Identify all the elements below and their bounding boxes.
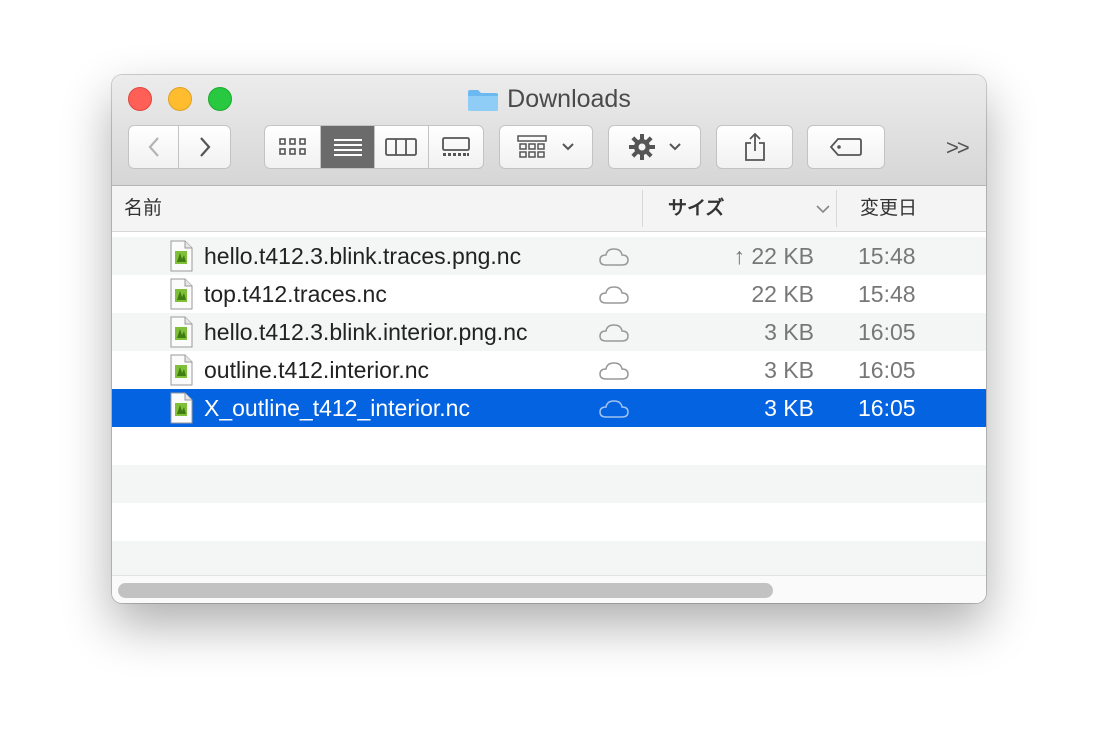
cloud-icon (598, 284, 630, 311)
action-button[interactable] (608, 125, 701, 169)
back-button[interactable] (129, 126, 180, 168)
toolbar-overflow-button[interactable]: >> (946, 133, 978, 163)
share-icon (744, 132, 765, 161)
file-date: 15:48 (858, 243, 916, 269)
group-by-icon (517, 135, 547, 158)
column-divider[interactable] (836, 190, 837, 227)
group-by-button[interactable] (499, 125, 593, 169)
file-size: 22 KB (751, 281, 814, 307)
share-button[interactable] (716, 125, 793, 169)
nc-file-icon (168, 392, 194, 430)
file-name: outline.t412.interior.nc (204, 357, 430, 383)
file-date: 15:48 (858, 281, 916, 307)
column-divider[interactable] (642, 190, 643, 227)
window-title-text: Downloads (507, 85, 631, 113)
forward-button[interactable] (179, 126, 230, 168)
file-date: 16:05 (858, 357, 916, 383)
tag-button[interactable] (807, 125, 885, 169)
finder-window: Downloads >> 名前 サイズ 変更日 hello.t412.3.bli… (112, 75, 986, 603)
file-row[interactable]: hello.t412.3.blink.traces.png.nc ↑ 22 KB… (112, 237, 986, 275)
nc-file-icon (168, 240, 194, 278)
file-size: 3 KB (764, 319, 814, 345)
column-view-icon (385, 138, 418, 156)
empty-row (112, 503, 986, 541)
empty-row (112, 465, 986, 503)
file-row-selected[interactable]: X_outline_t412_interior.nc 3 KB 16:05 (112, 389, 986, 427)
file-row[interactable]: top.t412.traces.nc 22 KB 15:48 (112, 275, 986, 313)
list-view-button[interactable] (321, 126, 375, 168)
cloud-icon (598, 246, 630, 273)
file-name: top.t412.traces.nc (204, 281, 387, 307)
gallery-view-icon (441, 137, 470, 156)
titlebar: Downloads >> (112, 75, 986, 186)
sort-chevron-icon (816, 205, 830, 214)
nav-buttons (128, 125, 231, 169)
cloud-icon (598, 398, 630, 425)
horizontal-scrollbar[interactable] (112, 575, 986, 603)
gallery-view-button[interactable] (429, 126, 483, 168)
column-header: 名前 サイズ 変更日 (112, 186, 986, 232)
column-header-date[interactable]: 変更日 (860, 186, 917, 231)
file-date: 16:05 (858, 395, 916, 421)
file-name: hello.t412.3.blink.traces.png.nc (204, 243, 522, 269)
chevron-down-icon (562, 143, 574, 151)
empty-row (112, 427, 986, 465)
file-name: X_outline_t412_interior.nc (204, 395, 470, 421)
cloud-icon (598, 322, 630, 349)
icon-view-button[interactable] (265, 126, 322, 168)
gear-icon (628, 134, 655, 160)
column-header-size[interactable]: サイズ (668, 186, 724, 231)
list-view-icon (333, 139, 362, 156)
view-mode-selector (264, 125, 484, 169)
file-size: 3 KB (764, 357, 814, 383)
file-size: ↑ 22 KB (733, 243, 814, 269)
file-name: hello.t412.3.blink.interior.png.nc (204, 319, 528, 345)
column-header-name[interactable]: 名前 (124, 186, 162, 231)
icon-view-icon (278, 138, 306, 155)
file-row[interactable]: hello.t412.3.blink.interior.png.nc 3 KB … (112, 313, 986, 351)
empty-row (112, 541, 986, 579)
window-title: Downloads (112, 83, 986, 120)
nc-file-icon (168, 354, 194, 392)
file-size: 3 KB (764, 395, 814, 421)
folder-icon (467, 88, 499, 120)
file-date: 16:05 (858, 319, 916, 345)
cloud-icon (598, 360, 630, 387)
chevron-down-icon (668, 143, 681, 151)
nc-file-icon (168, 316, 194, 354)
nc-file-icon (168, 278, 194, 316)
chevron-left-icon (148, 137, 159, 157)
chevron-right-icon (199, 137, 210, 157)
tag-icon (829, 138, 862, 156)
scrollbar-thumb[interactable] (118, 583, 773, 598)
column-view-button[interactable] (375, 126, 429, 168)
file-row[interactable]: outline.t412.interior.nc 3 KB 16:05 (112, 351, 986, 389)
